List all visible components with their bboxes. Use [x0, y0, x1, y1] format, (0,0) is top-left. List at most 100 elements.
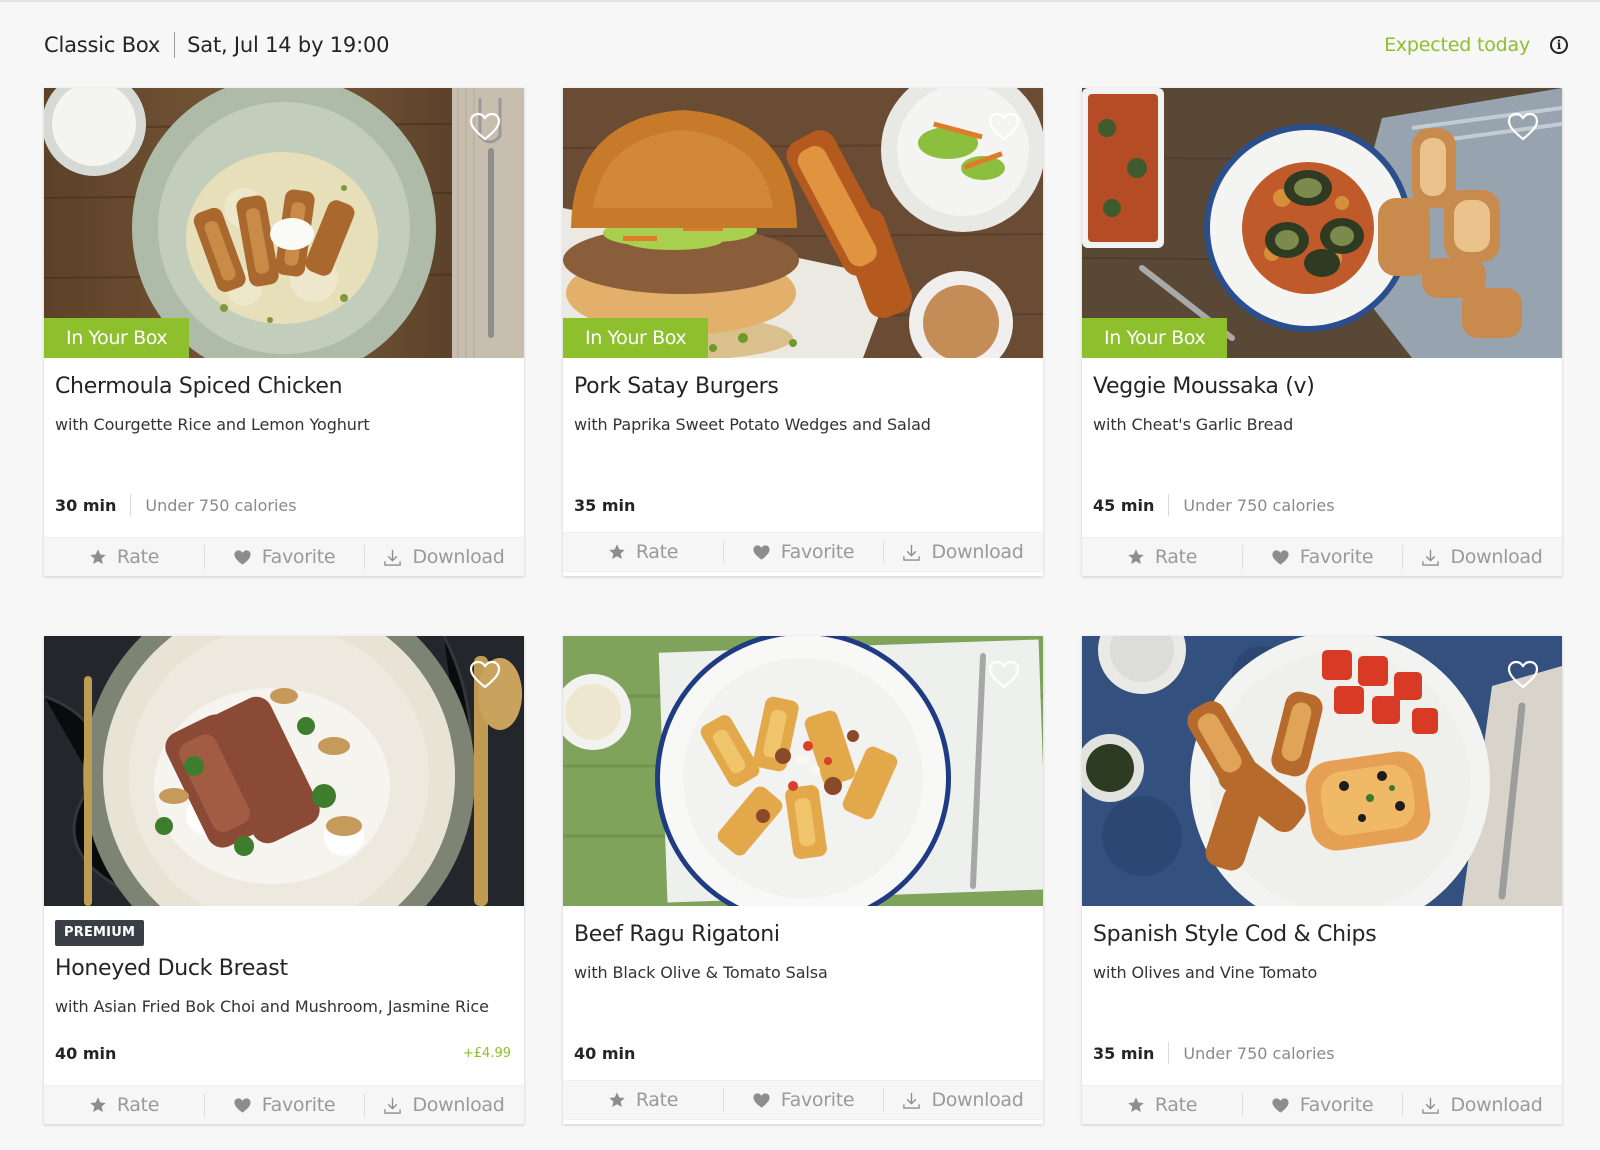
recipe-title[interactable]: Chermoula Spiced Chicken: [55, 374, 343, 399]
calorie-label: Under 750 calories: [145, 495, 297, 515]
favorite-heart-icon[interactable]: [988, 660, 1020, 690]
heart-icon: [752, 1091, 771, 1110]
recipe-subtitle: with Olives and Vine Tomato: [1093, 963, 1318, 982]
star-icon: [89, 548, 107, 566]
download-icon: [383, 1096, 402, 1115]
recipe-meta: 40 min +£4.99: [55, 1042, 511, 1064]
in-your-box-badge: In Your Box: [44, 318, 190, 358]
heart-icon: [233, 1096, 252, 1115]
download-label: Download: [412, 546, 505, 568]
download-label: Download: [1450, 1094, 1543, 1116]
rate-button[interactable]: Rate: [44, 538, 204, 576]
heart-icon: [233, 548, 252, 567]
download-label: Download: [1450, 546, 1543, 568]
premium-badge: PREMIUM: [55, 920, 145, 946]
download-label: Download: [412, 1094, 505, 1116]
download-icon: [1421, 1096, 1440, 1115]
recipe-meta: 40 min: [574, 1042, 1030, 1064]
recipe-title[interactable]: Spanish Style Cod & Chips: [1093, 922, 1377, 947]
card-actions: Rate Favorite Download: [44, 1085, 524, 1124]
cook-time: 35 min: [1093, 1043, 1155, 1063]
recipe-subtitle: with Paprika Sweet Potato Wedges and Sal…: [574, 415, 931, 434]
favorite-button[interactable]: Favorite: [1242, 1086, 1402, 1124]
recipe-image[interactable]: [1082, 636, 1562, 906]
recipe-title[interactable]: Veggie Moussaka (v): [1093, 374, 1315, 399]
rate-label: Rate: [635, 1089, 679, 1111]
rate-button[interactable]: Rate: [563, 533, 723, 571]
cook-time: 40 min: [55, 1043, 117, 1063]
rate-button[interactable]: Rate: [1082, 1086, 1242, 1124]
recipe-meta: 35 min: [574, 494, 1030, 516]
favorite-heart-icon[interactable]: [1507, 660, 1539, 690]
rate-button[interactable]: Rate: [44, 1086, 204, 1124]
recipe-title[interactable]: Honeyed Duck Breast: [55, 956, 288, 981]
recipe-card-pork-satay[interactable]: In Your Box Pork Satay Burgers with Papr…: [563, 88, 1043, 576]
heart-icon: [752, 543, 771, 562]
recipe-meta: 35 min Under 750 calories: [1093, 1042, 1549, 1064]
rate-label: Rate: [116, 1094, 160, 1116]
delivery-header: Classic Box Sat, Jul 14 by 19:00 Expecte…: [44, 28, 1568, 62]
favorite-label: Favorite: [1299, 1094, 1374, 1116]
recipe-image[interactable]: [563, 636, 1043, 906]
meta-divider: [1168, 494, 1170, 516]
card-actions: Rate Favorite Download: [44, 537, 524, 576]
download-button[interactable]: Download: [364, 1086, 524, 1124]
favorite-heart-icon[interactable]: [1507, 112, 1539, 142]
heart-icon: [1271, 548, 1290, 567]
recipe-meta: 45 min Under 750 calories: [1093, 494, 1549, 516]
favorite-heart-icon[interactable]: [988, 112, 1020, 142]
star-icon: [608, 1091, 626, 1109]
favorite-button[interactable]: Favorite: [723, 533, 883, 571]
rate-label: Rate: [1154, 1094, 1198, 1116]
recipe-card-beef-ragu[interactable]: Beef Ragu Rigatoni with Black Olive & To…: [563, 636, 1043, 1124]
recipe-subtitle: with Courgette Rice and Lemon Yoghurt: [55, 415, 370, 434]
favorite-label: Favorite: [780, 541, 855, 563]
favorite-heart-icon[interactable]: [469, 660, 501, 690]
recipe-subtitle: with Black Olive & Tomato Salsa: [574, 963, 828, 982]
rate-label: Rate: [116, 546, 160, 568]
card-actions: Rate Favorite Download: [1082, 1085, 1562, 1124]
favorite-heart-icon[interactable]: [469, 112, 501, 142]
favorite-label: Favorite: [780, 1089, 855, 1111]
star-icon: [1127, 548, 1145, 566]
download-button[interactable]: Download: [883, 533, 1043, 571]
download-button[interactable]: Download: [364, 538, 524, 576]
download-icon: [902, 543, 921, 562]
recipe-image[interactable]: In Your Box: [44, 88, 524, 358]
download-button[interactable]: Download: [883, 1081, 1043, 1119]
in-your-box-badge: In Your Box: [1082, 318, 1228, 358]
recipe-title[interactable]: Pork Satay Burgers: [574, 374, 779, 399]
delivery-date: Sat, Jul 14 by 19:00: [187, 33, 390, 57]
recipe-card-veggie-moussaka[interactable]: In Your Box Veggie Moussaka (v) with Che…: [1082, 88, 1562, 576]
rate-button[interactable]: Rate: [1082, 538, 1242, 576]
star-icon: [608, 543, 626, 561]
download-button[interactable]: Download: [1402, 538, 1562, 576]
info-icon[interactable]: i: [1550, 36, 1568, 54]
recipe-image[interactable]: [44, 636, 524, 906]
favorite-button[interactable]: Favorite: [723, 1081, 883, 1119]
rate-label: Rate: [635, 541, 679, 563]
in-your-box-badge: In Your Box: [563, 318, 709, 358]
download-button[interactable]: Download: [1402, 1086, 1562, 1124]
heart-icon: [1271, 1096, 1290, 1115]
recipe-subtitle: with Asian Fried Bok Choi and Mushroom, …: [55, 997, 489, 1016]
recipe-subtitle: with Cheat's Garlic Bread: [1093, 415, 1294, 434]
calorie-label: Under 750 calories: [1183, 1043, 1335, 1063]
card-actions: Rate Favorite Download: [1082, 537, 1562, 576]
box-name: Classic Box: [44, 33, 161, 57]
download-icon: [1421, 548, 1440, 567]
recipe-card-spanish-cod[interactable]: Spanish Style Cod & Chips with Olives an…: [1082, 636, 1562, 1124]
recipe-title[interactable]: Beef Ragu Rigatoni: [574, 922, 780, 947]
recipe-image[interactable]: In Your Box: [563, 88, 1043, 358]
favorite-label: Favorite: [261, 546, 336, 568]
download-label: Download: [931, 541, 1024, 563]
recipe-image[interactable]: In Your Box: [1082, 88, 1562, 358]
cook-time: 30 min: [55, 495, 117, 515]
star-icon: [1127, 1096, 1145, 1114]
favorite-button[interactable]: Favorite: [1242, 538, 1402, 576]
favorite-button[interactable]: Favorite: [204, 538, 364, 576]
recipe-card-honeyed-duck[interactable]: PREMIUM Honeyed Duck Breast with Asian F…: [44, 636, 524, 1124]
recipe-card-chermoula[interactable]: In Your Box Chermoula Spiced Chicken wit…: [44, 88, 524, 576]
favorite-button[interactable]: Favorite: [204, 1086, 364, 1124]
rate-button[interactable]: Rate: [563, 1081, 723, 1119]
